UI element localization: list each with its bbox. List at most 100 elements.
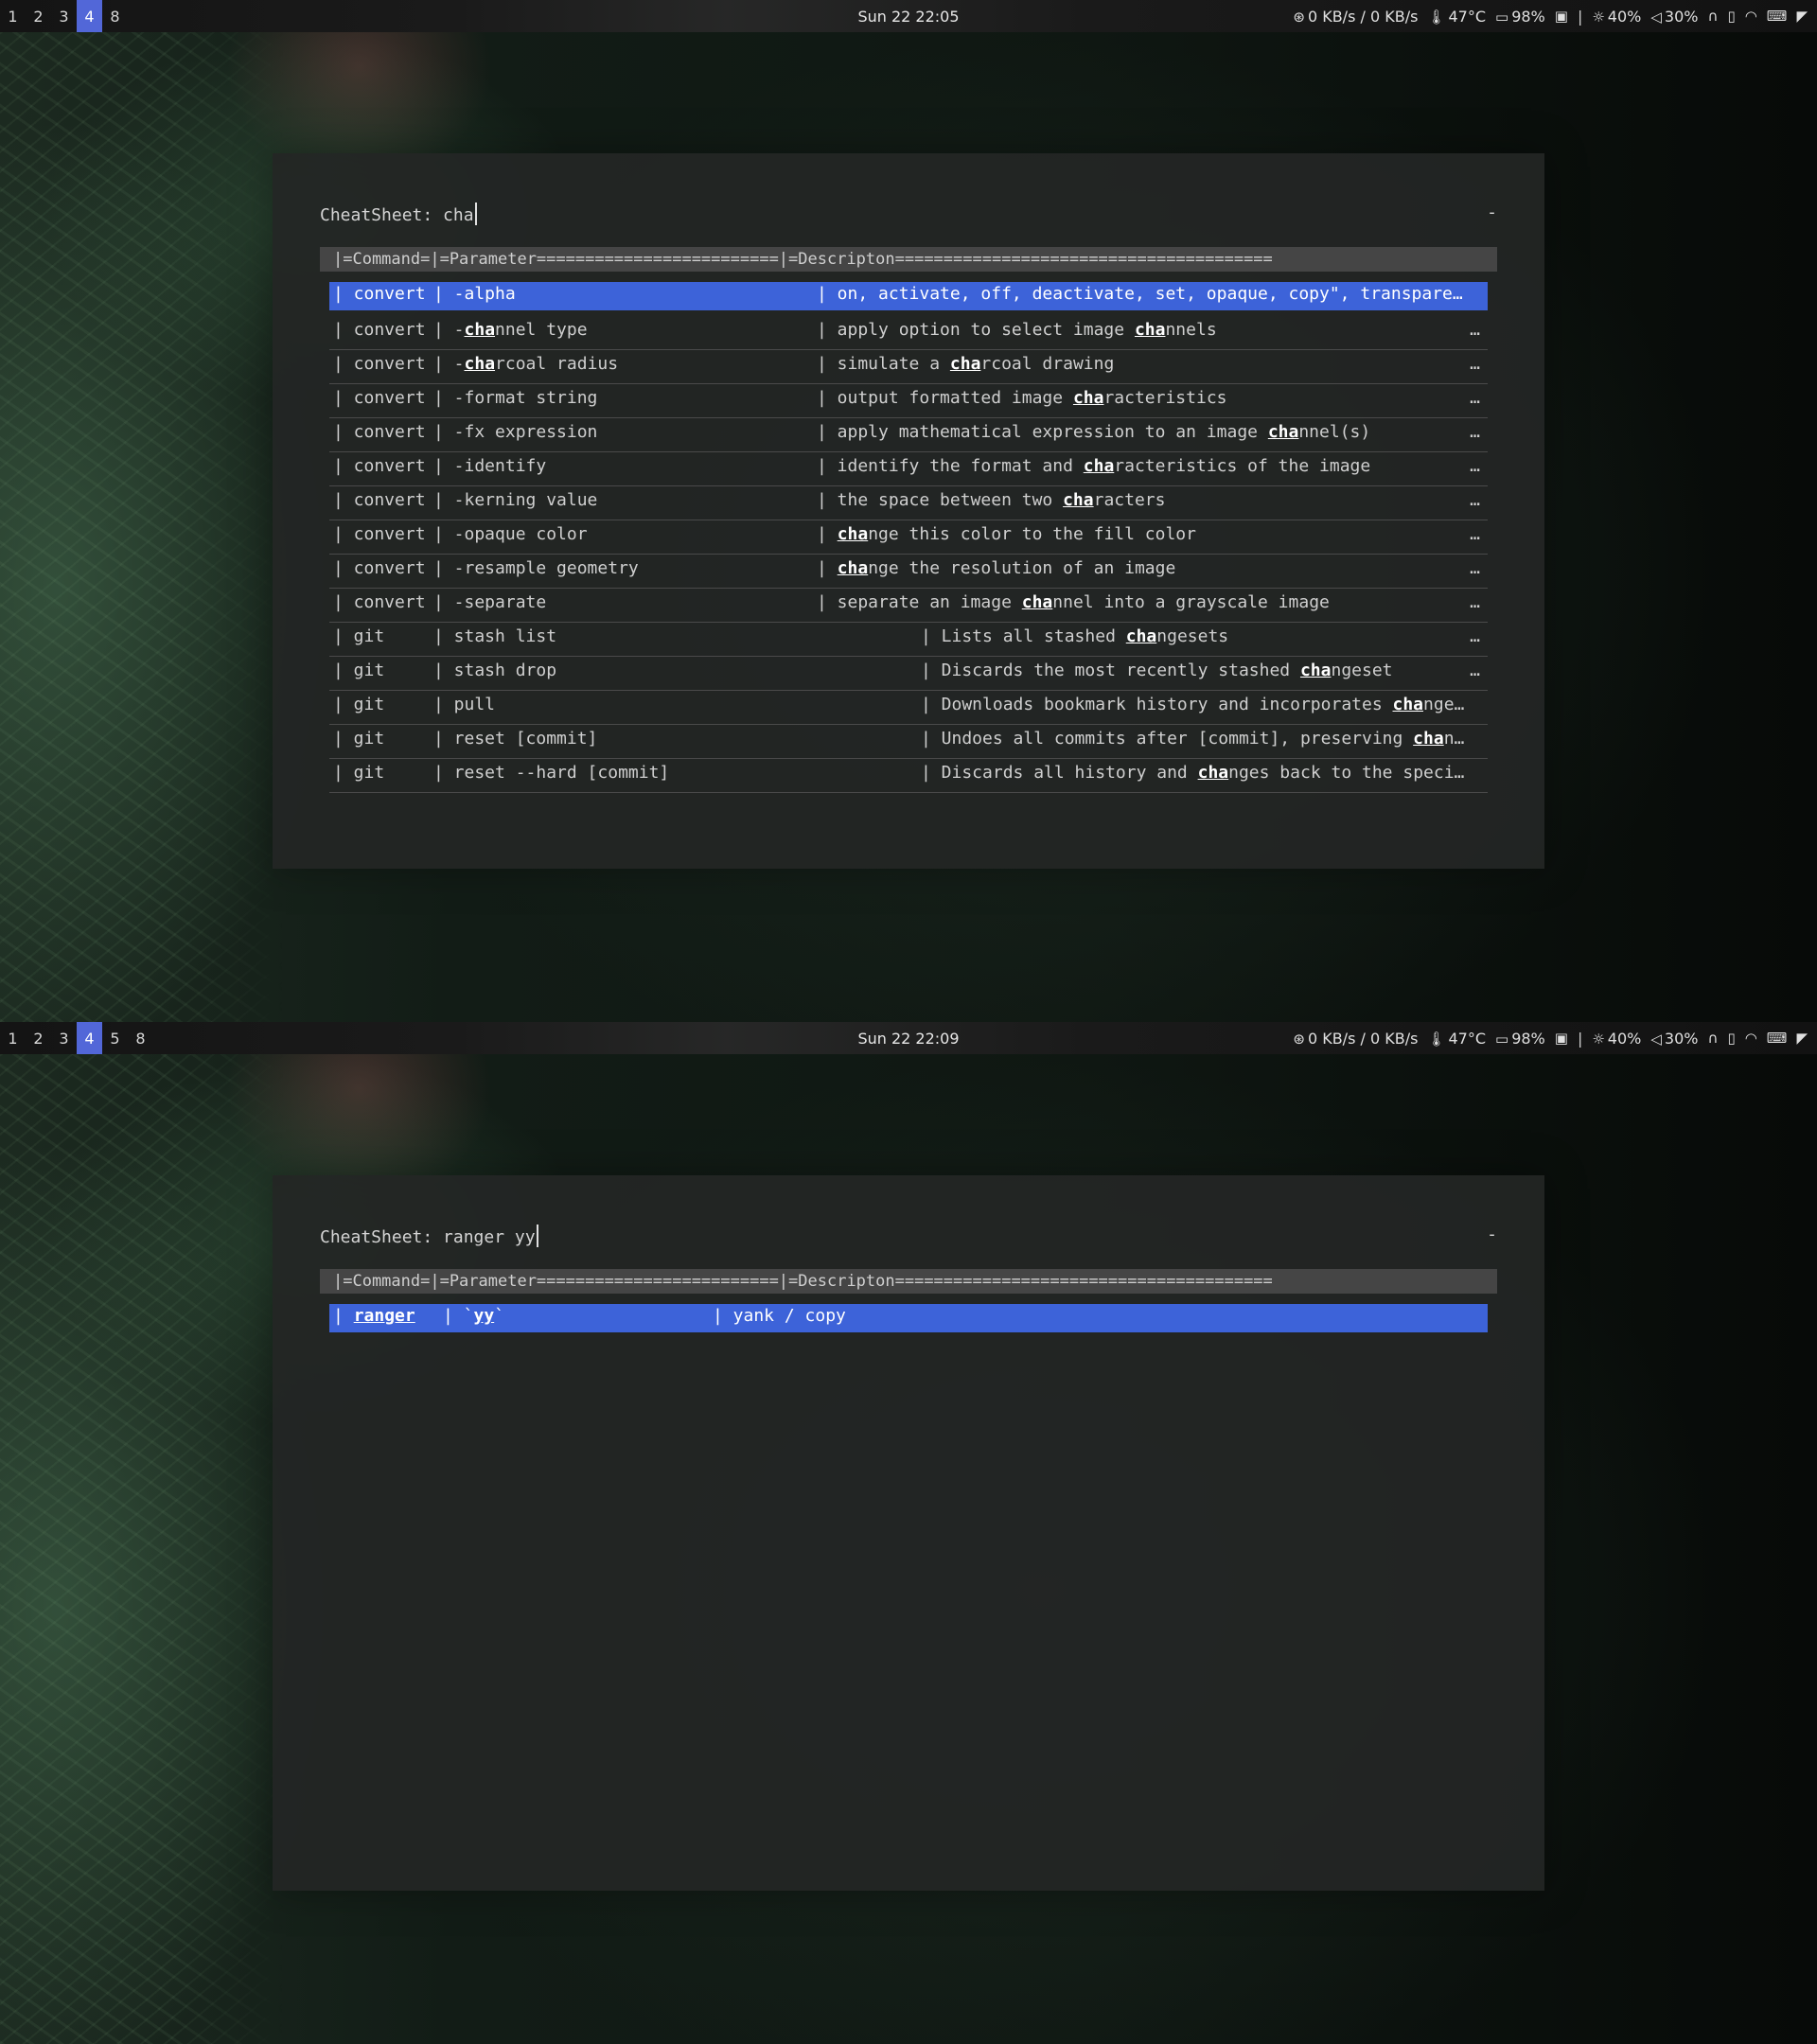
result-row[interactable]: | convert | -fx expression | apply mathema… xyxy=(329,418,1488,452)
result-row[interactable]: | convert | -identify | identify the forma… xyxy=(329,452,1488,486)
wallpaper-foliage xyxy=(0,1050,284,2044)
row-description: | apply option to select image channels xyxy=(817,320,1217,340)
table-header: |=Command=|=Parameter===================… xyxy=(320,247,1497,272)
row-command: | git xyxy=(333,695,385,714)
network-status[interactable]: ⊛ 0 KB/s / 0 KB/s xyxy=(1293,8,1418,26)
volume-status[interactable]: ◁ 30% xyxy=(1650,1030,1698,1048)
result-row[interactable]: | convert | -charcoal radius | simulate a … xyxy=(329,350,1488,384)
brightness-status[interactable]: ☼ 40% xyxy=(1592,1030,1641,1048)
row-description: | the space between two characters xyxy=(817,490,1166,510)
thermometer-icon: 🌡︎ xyxy=(1427,8,1446,26)
workspace-2[interactable]: 2 xyxy=(26,1022,51,1054)
workspace-4[interactable]: 4 xyxy=(77,1022,102,1054)
result-row[interactable]: | ranger | `yy` | yank / copy xyxy=(329,1304,1488,1332)
row-command: | git xyxy=(333,763,385,783)
battery-charging-icon: ▭ xyxy=(1495,1030,1509,1048)
wifi-icon[interactable]: ◠ xyxy=(1745,1030,1757,1047)
row-description: | Discards all history and changes back … xyxy=(921,763,1465,783)
row-description: | change the resolution of an image xyxy=(817,558,1176,578)
row-overflow-ellipsis: … xyxy=(1470,592,1480,612)
status-area: ⊛ 0 KB/s / 0 KB/s 🌡︎ 47°C ▭ 98% ▣ | ☼ 40% ◁ 3… xyxy=(1293,0,1808,32)
screen-bottom: 123458 Sun 22 22:09 ⊛ 0 KB/s / 0 KB/s 🌡︎ 4… xyxy=(0,1022,1817,2044)
row-parameter: | -alpha xyxy=(433,284,516,304)
result-row[interactable]: | git | pull | Downloads bookmark history … xyxy=(329,691,1488,725)
row-description: | identify the format and characteristic… xyxy=(817,456,1371,476)
keyboard-icon[interactable]: ⌨ xyxy=(1767,1030,1788,1047)
screen-top: 12348 Sun 22 22:05 ⊛ 0 KB/s / 0 KB/s 🌡︎ 47… xyxy=(0,0,1817,1022)
workspace-1[interactable]: 1 xyxy=(0,0,26,32)
brightness-icon: ☼ xyxy=(1592,8,1605,26)
row-description: | change this color to the fill color xyxy=(817,524,1196,544)
volume-status[interactable]: ◁ 30% xyxy=(1650,8,1698,26)
headphones-icon[interactable]: ∩ xyxy=(1707,1030,1718,1047)
workspace-1[interactable]: 1 xyxy=(0,1022,26,1054)
row-parameter: | -opaque color xyxy=(433,524,588,544)
search-prompt[interactable]: CheatSheet: ranger yy xyxy=(320,1225,538,1247)
keyboard-icon[interactable]: ⌨ xyxy=(1767,8,1788,25)
result-row[interactable]: | convert | -opaque color | change this co… xyxy=(329,520,1488,555)
workspace-switcher: 12348 xyxy=(0,0,128,32)
wifi-icon[interactable]: ◠ xyxy=(1745,8,1757,25)
row-command: | convert xyxy=(333,490,426,510)
row-command: | convert xyxy=(333,320,426,340)
workspace-8[interactable]: 8 xyxy=(128,1022,153,1054)
search-input[interactable]: cha xyxy=(443,205,474,225)
keyboard-layout-icon[interactable]: ▣ xyxy=(1555,1030,1568,1047)
workspace-3[interactable]: 3 xyxy=(51,0,77,32)
row-description: | simulate a charcoal drawing xyxy=(817,354,1115,374)
row-parameter: | -format string xyxy=(433,388,598,408)
network-speed: 0 KB/s / 0 KB/s xyxy=(1307,1029,1419,1048)
clipboard-icon[interactable]: ▯ xyxy=(1727,1030,1735,1047)
result-row[interactable]: | convert | -kerning value | the space bet… xyxy=(329,486,1488,520)
search-prompt[interactable]: CheatSheet: cha xyxy=(320,203,477,225)
row-description: | Discards the most recently stashed cha… xyxy=(921,661,1393,680)
row-command: | convert xyxy=(333,284,426,304)
cheatsheet-window: CheatSheet: ranger yy - |=Command=|=Para… xyxy=(273,1175,1544,1891)
row-command: | git xyxy=(333,661,385,680)
keyboard-layout-icon[interactable]: ▣ xyxy=(1555,8,1568,25)
result-row[interactable]: | git | stash drop | Discards the most rec… xyxy=(329,657,1488,691)
result-row[interactable]: | convert | -channel type | apply option t… xyxy=(329,316,1488,350)
row-command: | ranger xyxy=(333,1306,415,1326)
workspace-4[interactable]: 4 xyxy=(77,0,102,32)
headphones-icon[interactable]: ∩ xyxy=(1707,8,1718,25)
result-row[interactable]: | convert | -format string | output format… xyxy=(329,384,1488,418)
battery-value: 98% xyxy=(1511,7,1545,26)
brightness-icon: ☼ xyxy=(1592,1030,1605,1048)
row-overflow-ellipsis: … xyxy=(1470,661,1480,680)
workspace-2[interactable]: 2 xyxy=(26,0,51,32)
row-command: | convert xyxy=(333,456,426,476)
workspace-8[interactable]: 8 xyxy=(102,0,128,32)
workspace-3[interactable]: 3 xyxy=(51,1022,77,1054)
telegram-icon[interactable]: ◤ xyxy=(1796,1030,1808,1047)
battery-value: 98% xyxy=(1511,1029,1545,1048)
volume-icon: ◁ xyxy=(1650,8,1662,26)
temperature-status[interactable]: 🌡︎ 47°C xyxy=(1427,8,1486,26)
search-input[interactable]: ranger yy xyxy=(443,1227,536,1247)
volume-value: 30% xyxy=(1664,7,1699,26)
clipboard-icon[interactable]: ▯ xyxy=(1727,8,1735,25)
result-row[interactable]: | convert | -alpha | on, activate, off, de… xyxy=(329,282,1488,310)
result-row[interactable]: | convert | -separate | separate an image … xyxy=(329,589,1488,623)
result-row[interactable]: | convert | -resample geometry | change th… xyxy=(329,555,1488,589)
top-bar: 123458 Sun 22 22:09 ⊛ 0 KB/s / 0 KB/s 🌡︎ 4… xyxy=(0,1022,1817,1054)
battery-status[interactable]: ▭ 98% xyxy=(1495,1030,1545,1048)
separator: | xyxy=(1577,1029,1583,1048)
telegram-icon[interactable]: ◤ xyxy=(1796,8,1808,25)
result-row[interactable]: | git | reset [commit] | Undoes all commit… xyxy=(329,725,1488,759)
workspace-5[interactable]: 5 xyxy=(102,1022,128,1054)
temperature-status[interactable]: 🌡︎ 47°C xyxy=(1427,1030,1486,1048)
battery-status[interactable]: ▭ 98% xyxy=(1495,8,1545,26)
network-status[interactable]: ⊛ 0 KB/s / 0 KB/s xyxy=(1293,1030,1418,1048)
network-speed: 0 KB/s / 0 KB/s xyxy=(1307,7,1419,26)
row-command: | convert xyxy=(333,388,426,408)
result-row[interactable]: | git | stash list | Lists all stashed cha… xyxy=(329,623,1488,657)
row-overflow-ellipsis: … xyxy=(1470,320,1480,340)
row-parameter: | -fx expression xyxy=(433,422,598,442)
row-parameter: | pull xyxy=(433,695,496,714)
row-description: | Lists all stashed changesets xyxy=(921,626,1229,646)
top-bar: 12348 Sun 22 22:05 ⊛ 0 KB/s / 0 KB/s 🌡︎ 47… xyxy=(0,0,1817,32)
brightness-status[interactable]: ☼ 40% xyxy=(1592,8,1641,26)
row-parameter: | `yy` xyxy=(443,1306,505,1326)
result-row[interactable]: | git | reset --hard [commit] | Discards a… xyxy=(329,759,1488,793)
